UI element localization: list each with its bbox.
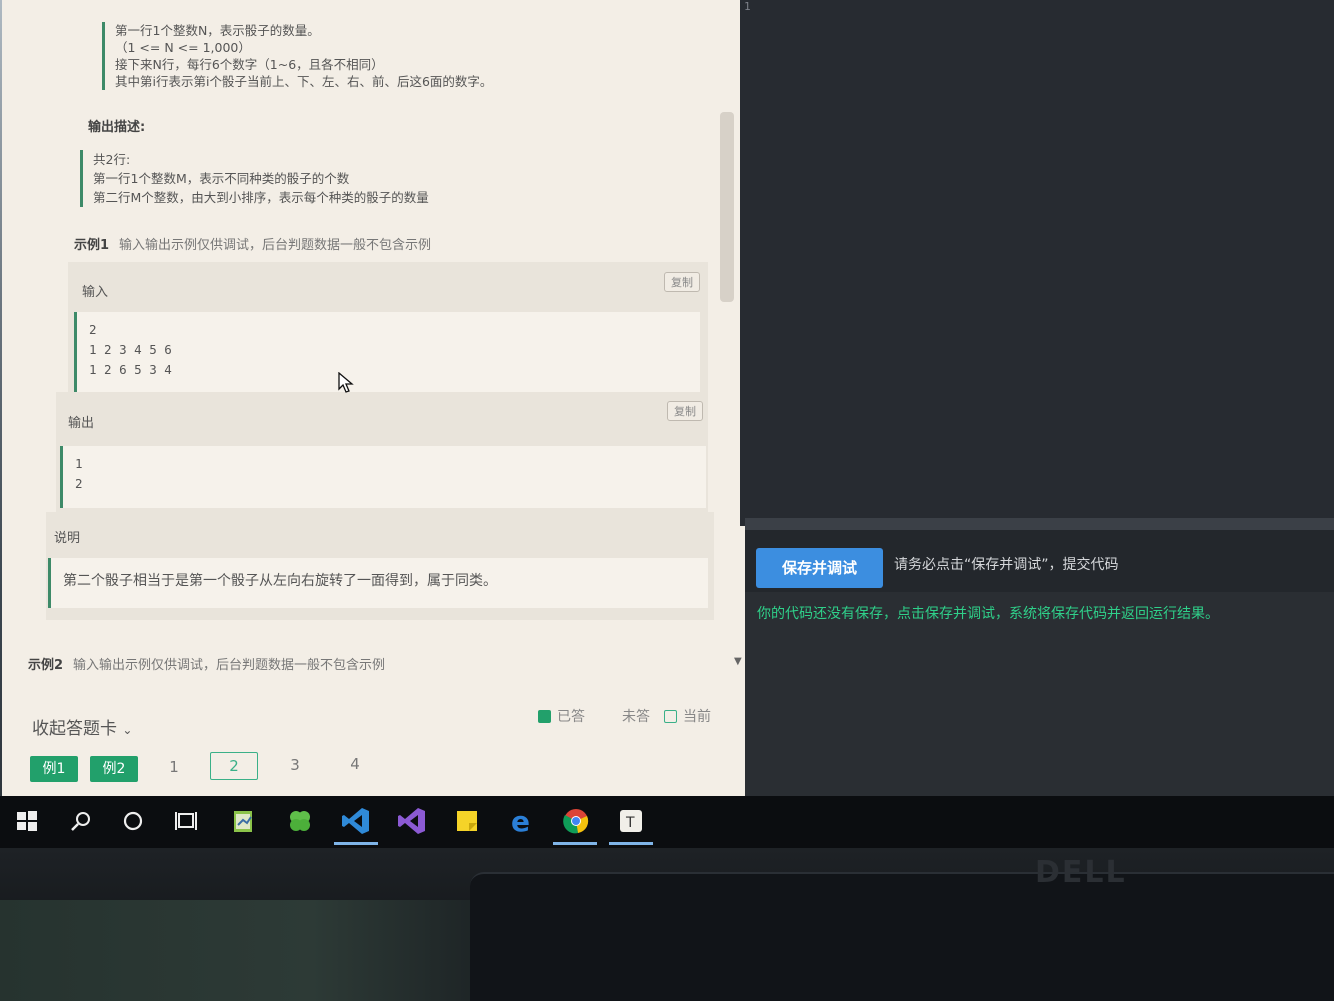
collapse-answer-card-link[interactable]: 收起答题卡 ⌄ <box>32 714 132 739</box>
example1-note: 输入输出示例仅供调试，后台判题数据一般不包含示例 <box>119 238 432 253</box>
output-description-heading: 输出描述: <box>88 120 146 135</box>
console-message: 你的代码还没有保存，点击保存并调试，系统将保存代码并返回运行结果。 <box>757 606 1219 622</box>
visual-studio-icon[interactable] <box>397 806 427 836</box>
legend-unanswered-label: 未答 <box>622 709 650 725</box>
chrome-icon[interactable] <box>561 806 591 836</box>
search-icon[interactable] <box>66 806 96 836</box>
input-desc-line: 第一行1个整数N，表示骰子的数量。 <box>115 23 320 38</box>
answer-card: 收起答题卡 ⌄ 已答 未答 当前 例1 例2 1 2 3 4 <box>2 694 752 806</box>
question-3-button[interactable]: 3 <box>283 756 307 774</box>
scroll-down-arrow-icon[interactable]: ▼ <box>734 656 742 667</box>
copy-output-button[interactable]: 复制 <box>667 401 703 421</box>
chevron-down-icon: ⌄ <box>122 723 133 737</box>
output-line: 2 <box>75 476 83 491</box>
legend-answered: 已答 <box>538 706 585 726</box>
legend-current-label: 当前 <box>683 709 711 725</box>
example1-explain-text: 第二个骰子相当于是第一个骰子从左向右旋转了一面得到，属于同类。 <box>48 558 708 608</box>
input-line: 1 2 3 4 5 6 <box>89 342 172 357</box>
input-desc-line: （1 <= N <= 1,000） <box>115 40 251 55</box>
legend-answered-label: 已答 <box>557 709 585 725</box>
question-4-button[interactable]: 4 <box>343 755 367 773</box>
output-desc-line: 第二行M个整数，由大到小排序，表示每个种类的骰子的数量 <box>93 190 429 205</box>
tablet-device <box>470 872 1334 1001</box>
example2-heading: 示例2 输入输出示例仅供调试，后台判题数据一般不包含示例 <box>28 654 385 673</box>
example1-tag-button[interactable]: 例1 <box>30 756 78 782</box>
notepad-icon[interactable] <box>229 806 259 836</box>
typora-active-indicator <box>609 842 653 845</box>
example1-heading: 示例1 输入输出示例仅供调试，后台判题数据一般不包含示例 <box>74 234 431 253</box>
example2-note: 输入输出示例仅供调试，后台判题数据一般不包含示例 <box>73 658 386 673</box>
windows-start-icon[interactable] <box>12 806 42 836</box>
input-desc-line: 接下来N行，每行6个数字（1~6，且各不相同） <box>115 57 384 72</box>
question-1-button[interactable]: 1 <box>162 758 186 776</box>
example2-tag-button[interactable]: 例2 <box>90 756 138 782</box>
input-desc-line: 其中第i行表示第i个骰子当前上、下、左、右、前、后这6面的数字。 <box>115 74 493 89</box>
example1-label: 示例1 <box>74 238 110 253</box>
code-editor[interactable]: 1 <box>740 0 1334 526</box>
editor-resize-handle[interactable] <box>745 518 1334 530</box>
legend-current: 当前 <box>664 706 711 726</box>
input-line: 2 <box>89 322 97 337</box>
chrome-active-indicator <box>553 842 597 845</box>
cortana-icon[interactable] <box>118 806 148 836</box>
question-2-button-current[interactable]: 2 <box>210 752 258 780</box>
output-line: 1 <box>75 456 83 471</box>
editor-line-number: 1 <box>744 0 751 13</box>
input-line: 1 2 6 5 3 4 <box>89 362 172 377</box>
output-desc-line: 共2行: <box>93 152 131 167</box>
problem-panel: 第一行1个整数N，表示骰子的数量。 （1 <= N <= 1,000） 接下来N… <box>2 0 752 806</box>
vscode-active-indicator <box>334 842 378 845</box>
output-desc-line: 第一行1个整数M，表示不同种类的骰子的个数 <box>93 171 350 186</box>
input-description: 第一行1个整数N，表示骰子的数量。 （1 <= N <= 1,000） 接下来N… <box>102 22 662 90</box>
sticky-notes-icon[interactable] <box>452 806 482 836</box>
example1-output-title: 输出 <box>68 416 95 431</box>
current-swatch-icon <box>664 709 677 723</box>
problem-scrollbar[interactable] <box>720 112 734 302</box>
legend-unanswered: 未答 <box>622 706 650 726</box>
copy-input-button[interactable]: 复制 <box>664 272 700 292</box>
example1-input-code: 2 1 2 3 4 5 6 1 2 6 5 3 4 <box>74 312 700 392</box>
answered-swatch-icon <box>538 709 551 723</box>
typora-icon[interactable]: T <box>616 806 646 836</box>
edge-icon[interactable]: e <box>507 806 537 836</box>
collapse-label: 收起答题卡 <box>32 719 117 739</box>
clover-icon[interactable] <box>285 806 315 836</box>
desk-surface <box>0 900 520 1001</box>
vscode-icon[interactable] <box>341 806 371 836</box>
example1-input-title: 输入 <box>82 285 109 300</box>
example2-label: 示例2 <box>28 658 64 673</box>
output-description: 共2行: 第一行1个整数M，表示不同种类的骰子的个数 第二行M个整数，由大到小排… <box>80 150 640 207</box>
svg-text:T: T <box>625 815 635 831</box>
save-hint-text: 请务必点击“保存并调试”，提交代码 <box>894 557 1119 573</box>
example1-explain-title: 说明 <box>54 531 81 546</box>
task-view-icon[interactable] <box>172 806 202 836</box>
example1-output-code: 1 2 <box>60 446 706 508</box>
monitor-brand-logo: DELL <box>1035 855 1127 890</box>
save-and-debug-button[interactable]: 保存并调试 <box>756 548 883 588</box>
svg-text:e: e <box>511 807 530 835</box>
